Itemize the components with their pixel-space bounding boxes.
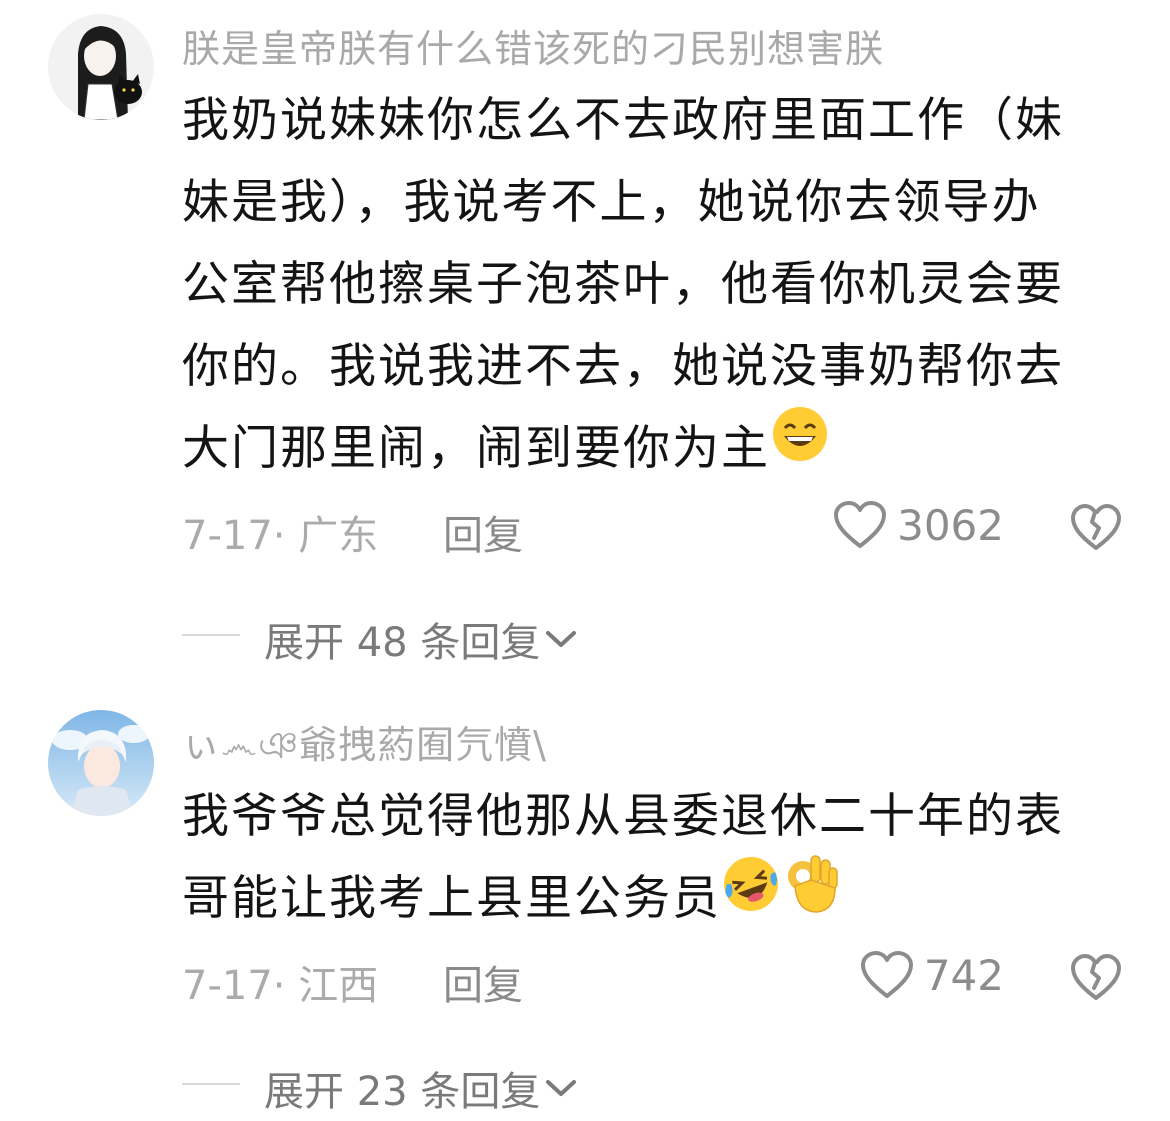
chevron-down-icon	[546, 631, 577, 647]
like-count: 742	[923, 950, 1004, 1000]
grinning-sweat-emoji	[770, 404, 830, 490]
comment-date-location: 7-17· 广东	[182, 513, 379, 559]
avatar[interactable]	[48, 14, 154, 120]
expand-divider	[182, 634, 240, 636]
comment-text-line: 妹是我），我说考不上，她说你去领导办	[182, 175, 1041, 230]
comment-date-location: 7-17· 江西	[182, 963, 379, 1009]
chevron-down-icon	[546, 1080, 577, 1096]
avatar[interactable]	[48, 710, 154, 816]
like-button[interactable]: 3062	[833, 500, 1004, 550]
expand-replies-label: 展开 23 条回复	[264, 1069, 541, 1115]
comment-text-line: 哥能让我考上县里公务员	[182, 871, 721, 926]
reply-button[interactable]: 回复	[443, 953, 523, 1011]
avatar-anime-boy-image	[48, 710, 154, 816]
dislike-button[interactable]	[1070, 952, 1122, 1004]
avatar-girl-with-cat-image	[48, 14, 154, 120]
comment-text-line: 我爷爷总觉得他那从县委退休二十年的表	[182, 789, 1064, 844]
heart-icon	[834, 501, 887, 548]
broken-heart-icon	[1071, 954, 1121, 1000]
like-button[interactable]: 742	[860, 950, 1004, 1000]
username[interactable]: 朕是皇帝朕有什么错该死的刁民别想害朕	[182, 18, 884, 73]
comment-text-line: 大门那里闹，闹到要你为主	[182, 421, 770, 476]
username[interactable]: ぃ෴ঞ爺拽葯囿氕憤\	[182, 714, 547, 780]
expand-replies-label: 展开 48 条回复	[264, 620, 541, 666]
comment-text-line: 你的。我说我进不去，她说没事奶帮你去	[182, 339, 1064, 394]
expand-replies-button[interactable]: 展开 48 条回复	[264, 610, 578, 668]
dislike-button[interactable]	[1070, 502, 1122, 554]
broken-heart-icon	[1071, 504, 1121, 550]
rolling-laughing-emoji	[721, 854, 781, 940]
comment-text-line: 大门那里闹，闹到要你为主	[182, 406, 1087, 490]
comment-text: 我爷爷总觉得他那从县委退休二十年的表 哥能让我考上县里公务员	[182, 776, 1087, 942]
ok-hand-emoji	[781, 852, 841, 942]
comment-text-line: 公室帮他擦桌子泡茶叶，他看你机灵会要	[182, 257, 1064, 312]
reply-button[interactable]: 回复	[443, 503, 523, 561]
comment-text: 我奶说妹妹你怎么不去政府里面工作（妹 妹是我），我说考不上，她说你去领导办 公室…	[182, 80, 1087, 490]
expand-divider	[182, 1083, 240, 1085]
heart-icon	[860, 951, 913, 998]
like-count: 3062	[897, 500, 1004, 550]
comment-text-line: 哥能让我考上县里公务员	[182, 854, 1087, 942]
expand-replies-button[interactable]: 展开 23 条回复	[264, 1059, 578, 1117]
comment-text-line: 我奶说妹妹你怎么不去政府里面工作（妹	[182, 93, 1064, 148]
